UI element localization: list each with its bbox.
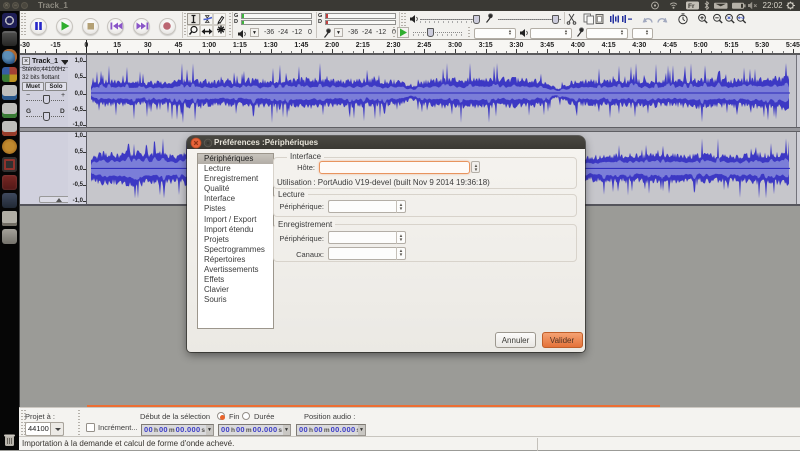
svg-text:22:02: 22:02	[763, 1, 784, 10]
svg-text:Fr: Fr	[688, 3, 695, 10]
